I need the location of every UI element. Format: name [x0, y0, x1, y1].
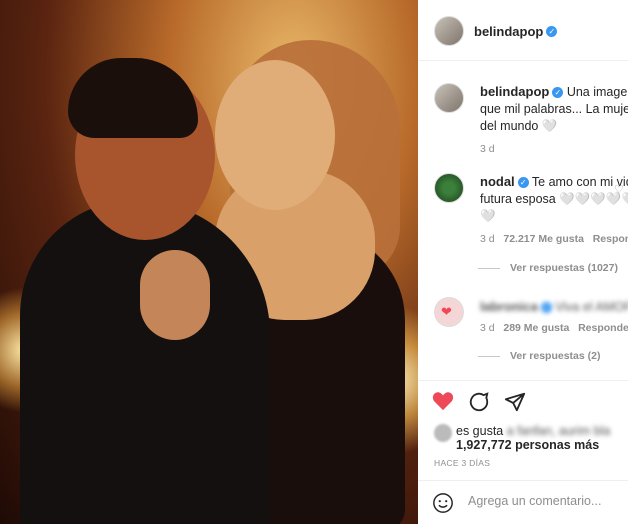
- comment-meta: 3 d 289 Me gusta Responder: [480, 322, 628, 334]
- comment-input[interactable]: [466, 493, 628, 509]
- post-header: belindapop ✓: [418, 0, 628, 61]
- comment-text: Viva el AMOR!!!: [555, 300, 628, 314]
- post-photo[interactable]: [0, 0, 418, 524]
- woman-face: [215, 60, 335, 210]
- caption-line1: belindapop✓ Una imagen d: [480, 83, 628, 101]
- view-replies-label[interactable]: Ver respuestas (2): [510, 350, 600, 362]
- like-heart-icon[interactable]: [432, 391, 454, 411]
- action-bar: [418, 380, 628, 421]
- verified-icon: ✓: [546, 26, 558, 38]
- comment: labronica✓ Viva el AMOR!!!: [480, 298, 628, 316]
- verified-icon: ✓: [540, 302, 552, 314]
- caption-text-3: del mundo 🤍: [480, 119, 558, 133]
- view-replies[interactable]: Ver respuestas (1027): [478, 262, 618, 274]
- comment-likes[interactable]: 289 Me gusta: [503, 322, 569, 334]
- view-replies[interactable]: Ver respuestas (2): [478, 350, 600, 362]
- header-username[interactable]: belindapop: [474, 24, 543, 39]
- comment-username[interactable]: nodal: [480, 174, 515, 189]
- caption-avatar[interactable]: [434, 83, 464, 113]
- post-time: HACE 3 DÍAS: [434, 458, 491, 468]
- verified-icon: ✓: [552, 87, 564, 99]
- verified-icon: ✓: [517, 177, 529, 189]
- comment-avatar[interactable]: [434, 173, 464, 203]
- reply-button[interactable]: Responde: [593, 233, 628, 245]
- caption-text-2: que mil palabras... La mujer: [480, 102, 628, 116]
- caption-text-1: Una imagen d: [566, 85, 628, 99]
- caption-username[interactable]: belindapop: [480, 84, 549, 99]
- comment-text-2: futura esposa 🤍🤍🤍🤍🤍🤍🤍🤍🤍: [480, 192, 628, 206]
- caption-time: 3 d: [480, 143, 495, 155]
- comment-avatar[interactable]: ❤: [434, 297, 464, 327]
- comment-username[interactable]: labronica: [480, 299, 538, 314]
- man-figure: [20, 200, 270, 524]
- header-user: belindapop ✓: [474, 23, 558, 41]
- comment-likes[interactable]: 72.217 Me gusta: [503, 233, 584, 245]
- emoji-icon[interactable]: [432, 492, 454, 514]
- liker-avatar[interactable]: [434, 424, 452, 442]
- man-hair: [68, 58, 198, 138]
- likes-prefix: es gusta: [456, 424, 504, 438]
- comment-icon[interactable]: [468, 391, 490, 413]
- comment-time: 3 d: [480, 233, 495, 245]
- comment: nodal✓ Te amo con mi vida futura esposa …: [480, 173, 628, 225]
- likes-users[interactable]: a fanfan, aurim bla: [507, 424, 611, 438]
- share-icon[interactable]: [504, 391, 526, 413]
- heart-outline-icon[interactable]: ♡: [614, 183, 624, 196]
- add-comment-bar: [418, 480, 628, 525]
- likes-summary: es gusta a fanfan, aurim bla 1,927,772 p…: [456, 424, 610, 452]
- comment-text-3: 🤍: [480, 209, 496, 223]
- comment-meta: 3 d 72.217 Me gusta Responde: [480, 233, 628, 245]
- caption: belindapop✓ Una imagen d que mil palabra…: [480, 83, 628, 135]
- avatar[interactable]: [434, 16, 464, 46]
- view-replies-label[interactable]: Ver respuestas (1027): [510, 262, 618, 274]
- reply-button[interactable]: Responder: [578, 322, 628, 334]
- hand: [140, 250, 210, 340]
- likes-count[interactable]: 1,927,772 personas más: [456, 438, 599, 452]
- post-sidebar: belindapop✓ belindapop✓ Una imagen d que…: [418, 0, 628, 524]
- heart-icon: ❤: [441, 304, 452, 319]
- comment-time: 3 d: [480, 322, 495, 334]
